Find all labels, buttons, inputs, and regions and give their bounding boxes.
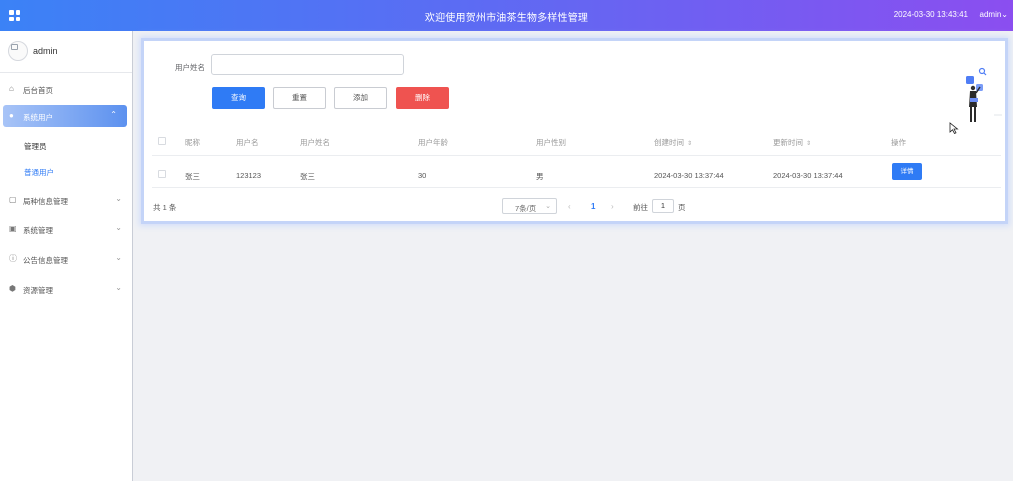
chevron-down-icon: ⌄ xyxy=(115,223,122,232)
chevron-down-icon: ⌄ xyxy=(545,203,551,210)
chevron-down-icon: ⌄ xyxy=(1001,10,1008,19)
column-header-age: 用户年龄 xyxy=(418,138,448,147)
column-header-created[interactable]: 创建时间 ⇕ xyxy=(654,137,692,148)
sidebar-item-home[interactable]: ⌂ 后台首页 xyxy=(0,78,132,100)
cell-gender: 男 xyxy=(536,172,544,181)
name-search-input[interactable] xyxy=(211,54,404,75)
search-label: 用户姓名 xyxy=(175,63,205,72)
sidebar-subitem-admins[interactable]: 管理员 xyxy=(24,141,47,152)
table-divider xyxy=(152,187,1001,188)
table-divider xyxy=(152,155,1001,156)
user-icon: ● xyxy=(9,111,14,120)
cell-nickname: 张三 xyxy=(185,172,200,181)
user-management-panel: 用户姓名 查询 重置 添加 删除 昵称 用户名 用户姓名 用户年龄 用户性别 创… xyxy=(141,38,1008,224)
chevron-down-icon: ⌄ xyxy=(115,283,122,292)
person-search-illustration xyxy=(966,67,1002,122)
next-page-button[interactable]: › xyxy=(611,202,614,211)
home-icon: ⌂ xyxy=(9,84,14,93)
sidebar-item-system-management[interactable]: ▣ 系统管理 ⌄ xyxy=(0,218,132,240)
select-all-checkbox[interactable] xyxy=(158,137,166,145)
user-menu[interactable]: admin⌄ xyxy=(980,10,1009,19)
column-header-label: 更新时间 xyxy=(773,138,803,147)
cell-age: 30 xyxy=(418,171,427,180)
column-header-updated[interactable]: 更新时间 ⇕ xyxy=(773,137,811,148)
sidebar-subitem-regular-users[interactable]: 普通用户 xyxy=(24,167,54,178)
sidebar-item-resources[interactable]: ⬢ 资源管理 ⌄ xyxy=(0,278,132,300)
user-name: admin xyxy=(979,10,1002,19)
reset-button[interactable]: 重置 xyxy=(273,87,326,109)
query-button[interactable]: 查询 xyxy=(212,87,265,109)
column-header-realname: 用户姓名 xyxy=(300,138,330,147)
top-bar: 欢迎使用贺州市油茶生物多样性管理 2024-03-30 13:43:41 adm… xyxy=(0,0,1013,31)
sidebar-item-announcements[interactable]: ⓘ 公告信息管理 ⌄ xyxy=(0,248,132,270)
sidebar-item-label: 系统管理 xyxy=(23,226,53,235)
sidebar-item-system-users[interactable]: ● 系统用户 ⌃ xyxy=(3,105,127,127)
goto-label: 前往 xyxy=(633,203,648,212)
location-icon: ⬢ xyxy=(9,284,16,293)
info-icon: ⓘ xyxy=(9,254,17,263)
settings-icon: ▣ xyxy=(9,224,17,233)
app-title: 欢迎使用贺州市油茶生物多样性管理 xyxy=(424,13,589,24)
document-icon: ▢ xyxy=(9,195,17,204)
row-checkbox[interactable] xyxy=(158,170,166,178)
sort-icon: ⇕ xyxy=(806,141,812,147)
chevron-up-icon: ⌃ xyxy=(110,110,117,119)
current-datetime: 2024-03-30 13:43:41 xyxy=(893,10,968,19)
sidebar-item-label: 后台首页 xyxy=(23,86,53,95)
page-number[interactable]: 1 xyxy=(591,202,595,211)
sidebar-item-label: 局种信息管理 xyxy=(23,197,68,206)
sort-icon: ⇕ xyxy=(687,141,693,147)
delete-button[interactable]: 删除 xyxy=(396,87,449,109)
sidebar-item-species-info[interactable]: ▢ 局种信息管理 ⌄ xyxy=(0,189,132,211)
add-button[interactable]: 添加 xyxy=(334,87,387,109)
cell-updated: 2024-03-30 13:37:44 xyxy=(773,171,843,180)
chevron-down-icon: ⌄ xyxy=(115,194,122,203)
user-profile: admin xyxy=(0,31,132,73)
column-header-actions: 操作 xyxy=(891,138,906,147)
avatar xyxy=(8,41,28,61)
sidebar-item-label: 公告信息管理 xyxy=(23,256,68,265)
mouse-cursor-icon xyxy=(949,122,959,134)
column-header-username: 用户名 xyxy=(236,138,259,147)
total-count: 共 1 条 xyxy=(153,203,177,212)
sidebar-item-label: 系统用户 xyxy=(23,113,53,122)
column-header-nickname: 昵称 xyxy=(185,138,200,147)
cell-created: 2024-03-30 13:37:44 xyxy=(654,171,724,180)
sidebar: admin ⌂ 后台首页 ● 系统用户 ⌃ 管理员 普通用户 ▢ 局种信息管理 … xyxy=(0,31,133,481)
cell-username: 123123 xyxy=(236,171,262,180)
page-size-value: 7条/页 xyxy=(515,204,537,213)
page-size-select[interactable]: 7条/页 ⌄ xyxy=(502,198,557,214)
detail-button[interactable]: 详情 xyxy=(892,163,922,180)
cell-realname: 张三 xyxy=(300,172,315,181)
goto-page-input[interactable]: 1 xyxy=(652,199,674,213)
prev-page-button[interactable]: ‹ xyxy=(568,202,571,211)
sidebar-item-label: 资源管理 xyxy=(23,286,53,295)
profile-name: admin xyxy=(33,46,58,56)
goto-suffix: 页 xyxy=(678,203,686,212)
column-header-label: 创建时间 xyxy=(654,138,684,147)
chevron-down-icon: ⌄ xyxy=(115,253,122,262)
column-header-gender: 用户性别 xyxy=(536,138,566,147)
